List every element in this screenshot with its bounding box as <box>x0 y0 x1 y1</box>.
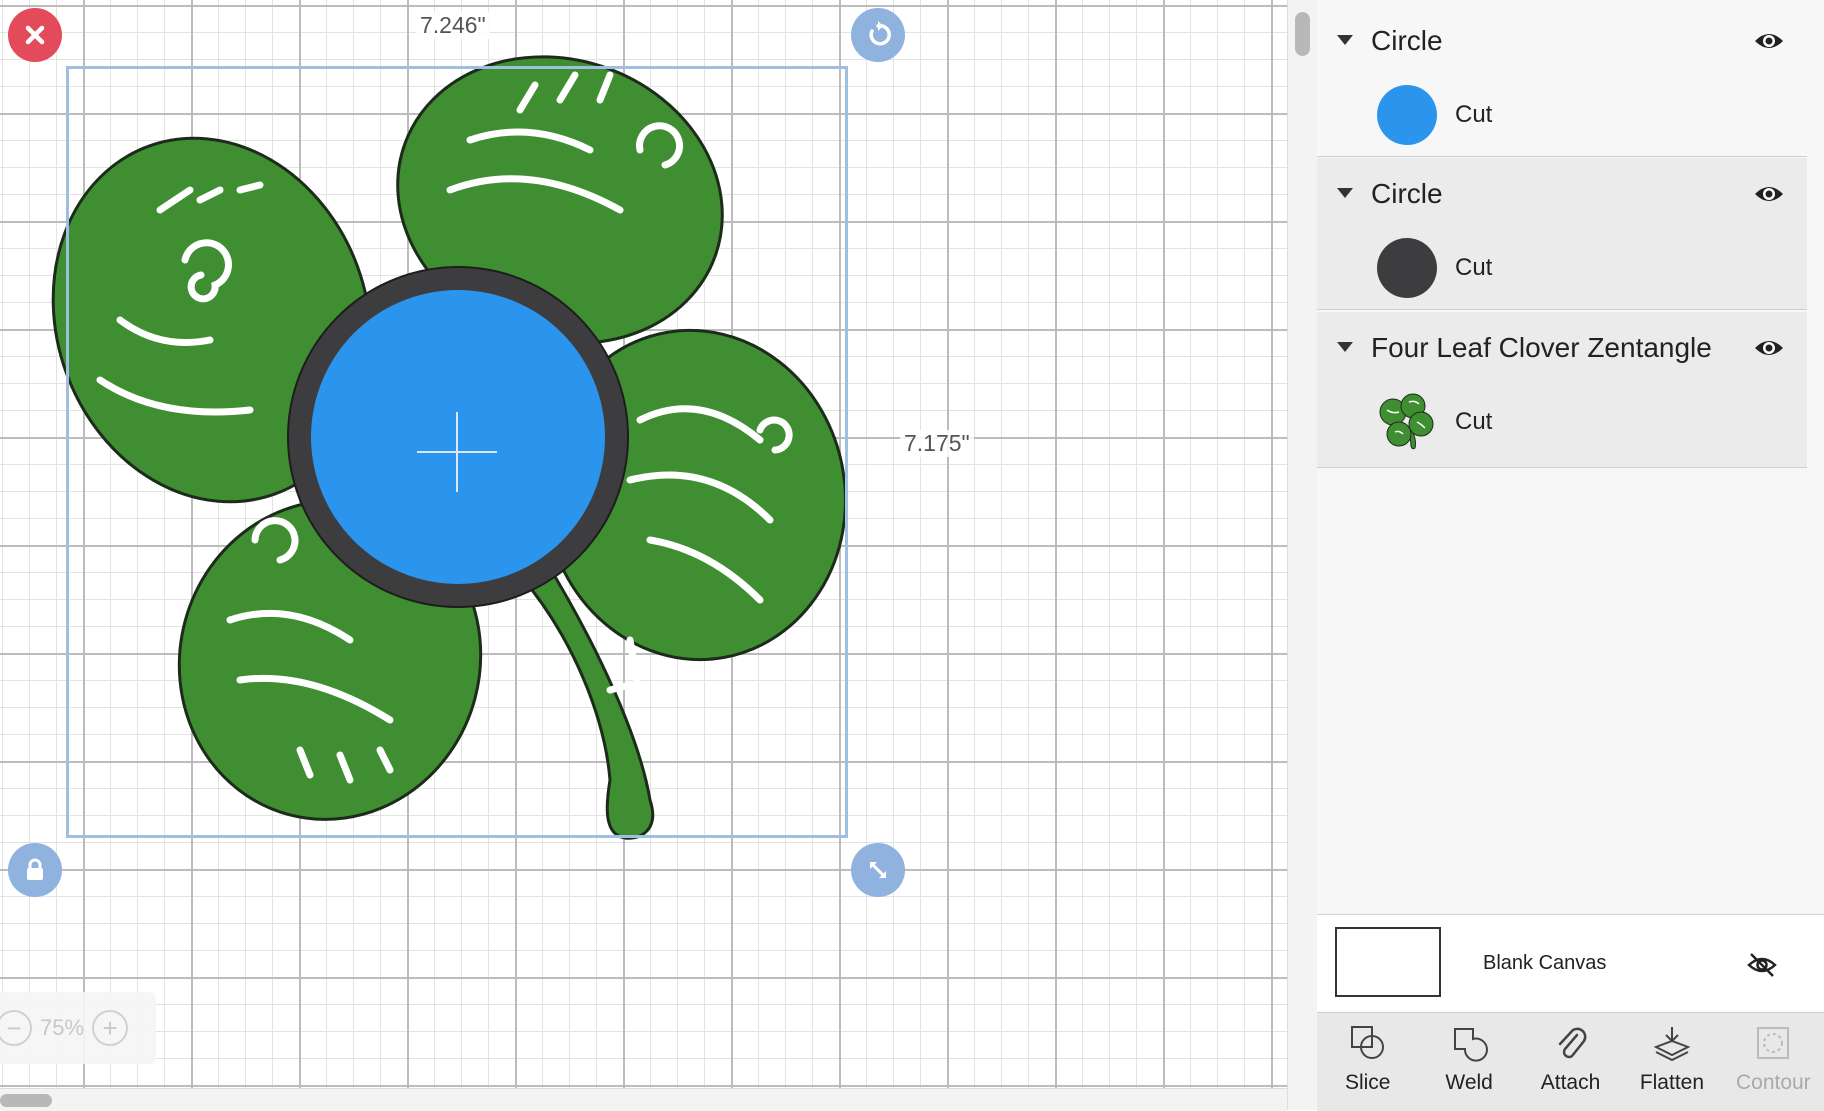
zoom-out-button[interactable]: − <box>0 1010 32 1046</box>
height-dimension-label: 7.175" <box>900 430 974 457</box>
lock-icon <box>27 858 43 880</box>
layer-group-circle-blue[interactable]: Circle Cut <box>1317 5 1807 157</box>
layer-group-header[interactable]: Circle <box>1317 5 1807 75</box>
design-canvas[interactable]: 7.246" 7.175" − 75% + <box>0 0 1287 1088</box>
dark-circle-swatch <box>1377 238 1437 298</box>
layer-group-header[interactable]: Four Leaf Clover Zentangle <box>1317 312 1807 382</box>
layer-group-title: Four Leaf Clover Zentangle <box>1371 332 1712 363</box>
attach-icon <box>1558 1027 1586 1059</box>
layer-group-title: Circle <box>1371 178 1443 209</box>
layer-operation-label: Cut <box>1455 408 1493 435</box>
vertical-scrollbar[interactable] <box>1287 0 1318 1110</box>
contour-button[interactable]: Contour <box>1723 1013 1824 1111</box>
weld-icon <box>1454 1028 1489 1062</box>
flatten-button[interactable]: Flatten <box>1621 1013 1722 1111</box>
clover-thumbnail <box>1379 393 1434 450</box>
rotate-icon <box>869 21 891 46</box>
layers-panel: Circle Cut Circle Cut Four Leaf Clover Z… <box>1317 0 1824 1111</box>
weld-button[interactable]: Weld <box>1418 1013 1519 1111</box>
collapse-caret-icon[interactable] <box>1337 342 1353 352</box>
layer-group-title: Circle <box>1371 25 1443 56</box>
resize-icon <box>870 862 886 878</box>
rotate-handle[interactable] <box>851 8 905 62</box>
layer-actions-toolbar: Slice Weld Attach Flatten Contour <box>1317 1012 1824 1111</box>
layer-group-clover[interactable]: Four Leaf Clover Zentangle Cut <box>1317 312 1807 468</box>
layer-operation-label: Cut <box>1455 254 1493 281</box>
attach-button[interactable]: Attach <box>1520 1013 1621 1111</box>
layer-group-circle-dark[interactable]: Circle Cut <box>1317 158 1807 310</box>
flatten-icon <box>1653 1027 1691 1062</box>
resize-handle[interactable] <box>851 843 905 897</box>
collapse-caret-icon[interactable] <box>1337 35 1353 45</box>
selection-box[interactable] <box>66 66 848 838</box>
layer-item[interactable]: Cut <box>1317 75 1807 157</box>
zoom-in-button[interactable]: + <box>92 1010 129 1046</box>
blue-circle-swatch <box>1377 85 1437 145</box>
layer-item[interactable]: Cut <box>1317 228 1807 310</box>
eye-hidden-icon[interactable] <box>1746 950 1778 980</box>
eye-icon[interactable] <box>1753 334 1785 362</box>
blank-canvas-row[interactable]: Blank Canvas <box>1317 915 1824 1011</box>
horizontal-scrollbar[interactable] <box>0 1088 1287 1111</box>
layer-operation-label: Cut <box>1455 101 1493 128</box>
contour-icon <box>1757 1027 1790 1059</box>
layer-group-header[interactable]: Circle <box>1317 158 1807 228</box>
layer-item[interactable]: Cut <box>1317 382 1807 464</box>
blank-canvas-swatch[interactable] <box>1335 927 1441 997</box>
delete-handle[interactable] <box>8 8 62 62</box>
blank-canvas-label: Blank Canvas <box>1483 952 1607 974</box>
slice-button[interactable]: Slice <box>1317 1013 1418 1111</box>
horizontal-scroll-thumb[interactable] <box>0 1094 52 1107</box>
zoom-level: 75% <box>40 1015 85 1040</box>
zoom-control: − 75% + <box>0 992 156 1064</box>
collapse-caret-icon[interactable] <box>1337 188 1353 198</box>
width-dimension-label: 7.246" <box>416 12 490 39</box>
slice-icon <box>1350 1026 1384 1059</box>
eye-icon[interactable] <box>1753 27 1785 55</box>
lock-handle[interactable] <box>8 843 62 897</box>
vertical-scroll-thumb[interactable] <box>1295 12 1310 56</box>
eye-icon[interactable] <box>1753 180 1785 208</box>
close-icon <box>25 25 45 45</box>
